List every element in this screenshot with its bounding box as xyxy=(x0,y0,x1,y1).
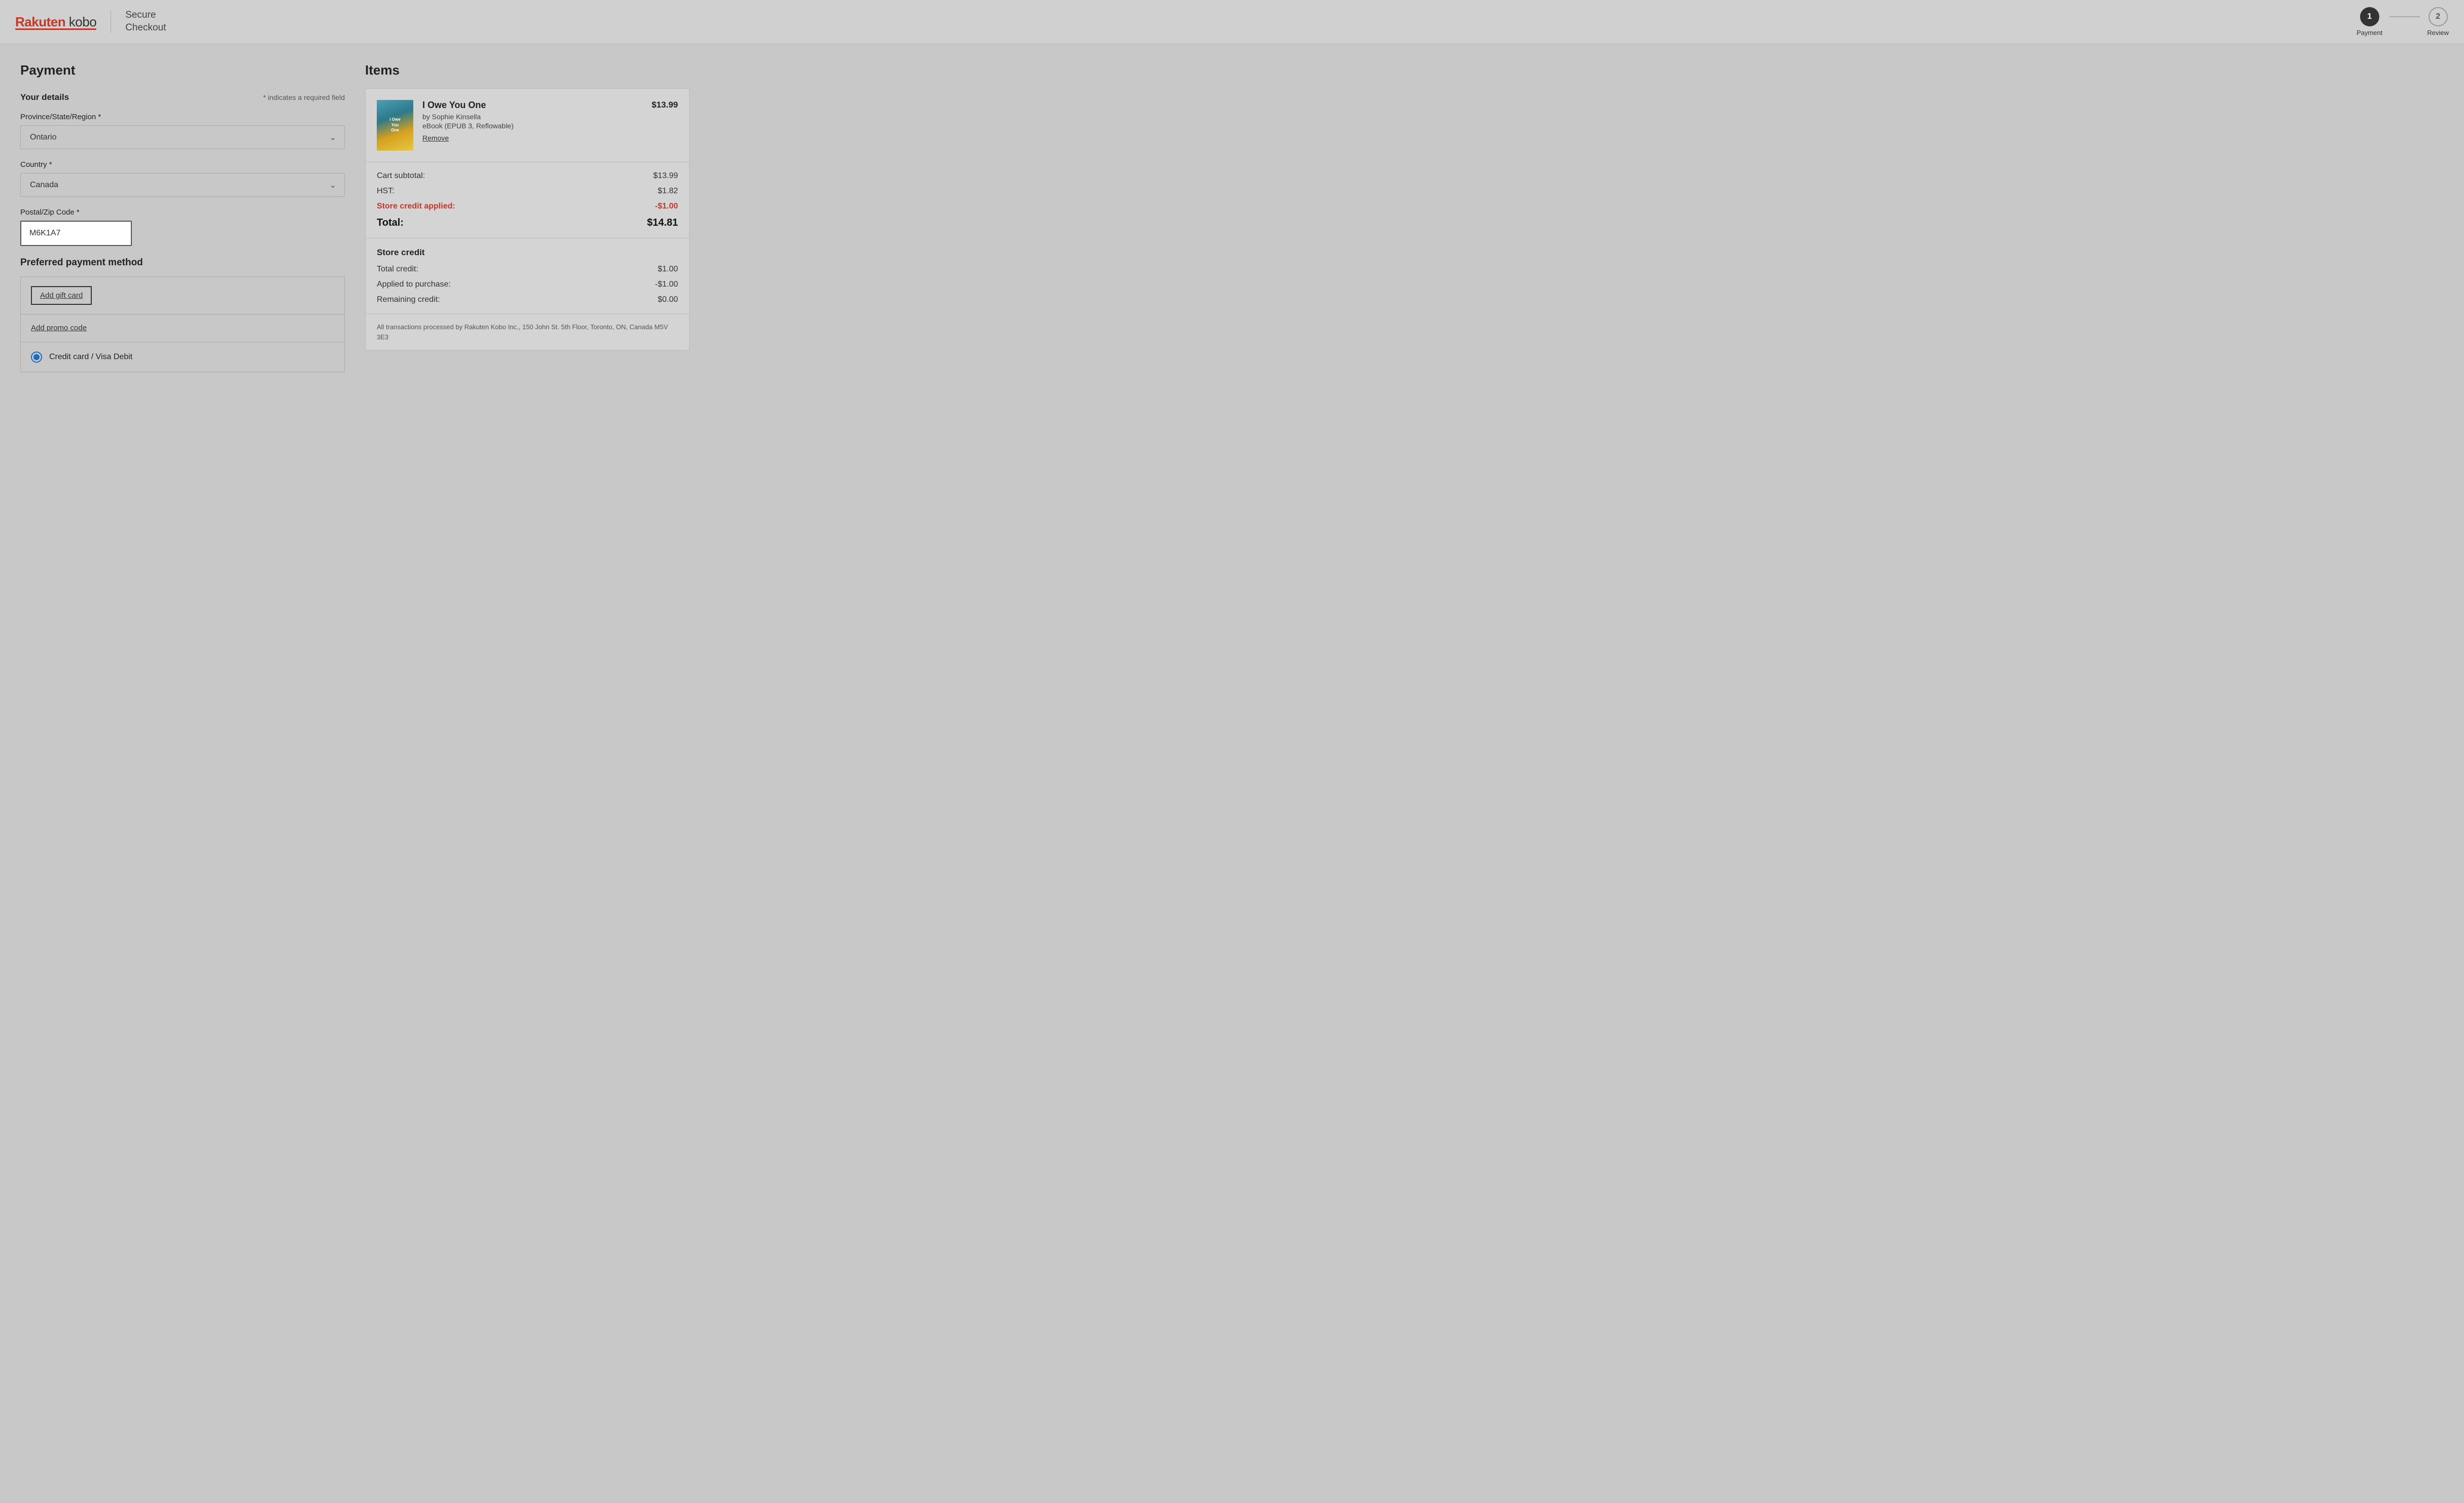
item-title-row: I Owe You One $13.99 xyxy=(422,100,678,111)
totals-section: Cart subtotal: $13.99 HST: $1.82 Store c… xyxy=(366,162,689,238)
gift-card-section: Add gift card xyxy=(21,277,344,314)
checkout-steps: 1 Payment 2 Review xyxy=(2356,7,2449,37)
hst-value: $1.82 xyxy=(658,187,678,196)
book-cover-image: I OweYouOne xyxy=(377,100,413,151)
remaining-label: Remaining credit: xyxy=(377,295,440,304)
book-price: $13.99 xyxy=(652,100,678,110)
book-author: by Sophie Kinsella xyxy=(422,113,678,121)
radio-selected-indicator xyxy=(33,354,40,360)
remove-item-button[interactable]: Remove xyxy=(422,134,449,142)
step-2-label: Review xyxy=(2427,29,2449,37)
cart-subtotal-label: Cart subtotal: xyxy=(377,171,425,181)
country-select[interactable]: Canada xyxy=(21,173,344,196)
store-credit-applied-value: -$1.00 xyxy=(655,202,678,211)
applied-row: Applied to purchase: -$1.00 xyxy=(377,280,678,289)
step-1-label: Payment xyxy=(2356,29,2382,37)
header: Rakuten kobo Secure Checkout 1 Payment 2… xyxy=(0,0,2464,44)
step-review: 2 Review xyxy=(2427,7,2449,37)
step-payment: 1 Payment xyxy=(2356,7,2382,37)
main-content: Payment Your details * indicates a requi… xyxy=(0,44,710,391)
required-note: * indicates a required field xyxy=(263,93,345,101)
province-field-group: Province/State/Region * Ontario ⌄ xyxy=(20,113,345,149)
book-cover-text: I OweYouOne xyxy=(387,114,402,136)
step-connector xyxy=(2389,16,2420,17)
total-label: Total: xyxy=(377,217,404,229)
payment-method-title: Preferred payment method xyxy=(20,257,345,268)
province-label: Province/State/Region * xyxy=(20,113,345,121)
applied-label: Applied to purchase: xyxy=(377,280,451,289)
country-field-group: Country * Canada ⌄ xyxy=(20,160,345,197)
postal-input[interactable] xyxy=(20,221,132,246)
step-2-circle: 2 xyxy=(2429,7,2448,26)
payment-title: Payment xyxy=(20,62,345,78)
postal-label: Postal/Zip Code * xyxy=(20,208,345,217)
book-item-row: I OweYouOne I Owe You One $13.99 by Soph… xyxy=(366,89,689,162)
footer-note: All transactions processed by Rakuten Ko… xyxy=(366,314,689,350)
grand-total-row: Total: $14.81 xyxy=(377,217,678,229)
remaining-row: Remaining credit: $0.00 xyxy=(377,295,678,304)
cart-subtotal-row: Cart subtotal: $13.99 xyxy=(377,171,678,181)
payment-method-box: Add gift card Add promo code Credit card… xyxy=(20,276,345,372)
add-gift-card-button[interactable]: Add gift card xyxy=(31,286,92,305)
right-panel: Items I OweYouOne I Owe You One $13.99 b… xyxy=(365,62,690,372)
logo-underline xyxy=(15,28,96,30)
credit-card-radio-button[interactable] xyxy=(31,352,42,363)
cart-subtotal-value: $13.99 xyxy=(653,171,678,181)
remaining-value: $0.00 xyxy=(658,295,678,304)
header-left: Rakuten kobo Secure Checkout xyxy=(15,9,166,34)
items-title: Items xyxy=(365,62,690,78)
credit-card-label: Credit card / Visa Debit xyxy=(49,353,132,362)
store-credit-applied-row: Store credit applied: -$1.00 xyxy=(377,202,678,211)
book-title: I Owe You One xyxy=(422,100,486,111)
applied-value: -$1.00 xyxy=(655,280,678,289)
credit-card-radio-option[interactable]: Credit card / Visa Debit xyxy=(31,352,334,363)
hst-row: HST: $1.82 xyxy=(377,187,678,196)
store-credit-title: Store credit xyxy=(377,248,678,258)
credit-card-section[interactable]: Credit card / Visa Debit xyxy=(21,342,344,372)
total-value: $14.81 xyxy=(647,217,678,229)
total-credit-row: Total credit: $1.00 xyxy=(377,265,678,274)
item-details: I Owe You One $13.99 by Sophie Kinsella … xyxy=(422,100,678,142)
secure-checkout-text: Secure Checkout xyxy=(125,9,166,34)
your-details-header: Your details * indicates a required fiel… xyxy=(20,92,345,102)
promo-code-section: Add promo code xyxy=(21,314,344,342)
postal-field-group: Postal/Zip Code * xyxy=(20,208,345,246)
hst-label: HST: xyxy=(377,187,395,196)
country-label: Country * xyxy=(20,160,345,169)
book-format: eBook (EPUB 3, Reflowable) xyxy=(422,122,678,130)
store-credit-section: Store credit Total credit: $1.00 Applied… xyxy=(366,238,689,314)
total-credit-value: $1.00 xyxy=(658,265,678,274)
country-select-wrapper[interactable]: Canada ⌄ xyxy=(20,173,345,197)
total-credit-label: Total credit: xyxy=(377,265,418,274)
store-credit-applied-label: Store credit applied: xyxy=(377,202,455,211)
logo-text: Rakuten kobo xyxy=(15,14,96,30)
logo: Rakuten kobo xyxy=(15,14,96,30)
province-select-wrapper[interactable]: Ontario ⌄ xyxy=(20,125,345,149)
step-1-circle: 1 xyxy=(2360,7,2379,26)
your-details-title: Your details xyxy=(20,92,69,102)
province-select[interactable]: Ontario xyxy=(21,126,344,149)
left-panel: Payment Your details * indicates a requi… xyxy=(20,62,345,372)
add-promo-code-button[interactable]: Add promo code xyxy=(31,324,87,332)
items-box: I OweYouOne I Owe You One $13.99 by Soph… xyxy=(365,88,690,351)
